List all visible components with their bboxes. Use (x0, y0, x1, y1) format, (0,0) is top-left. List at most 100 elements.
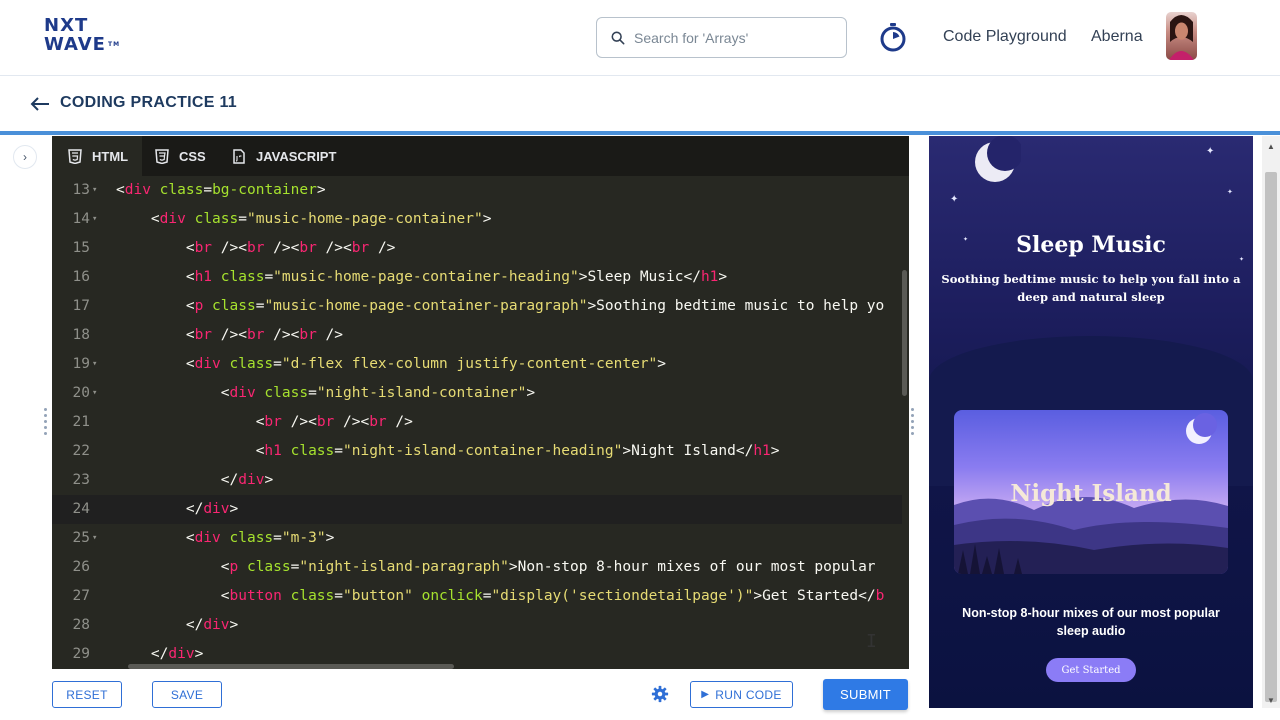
editor-horizontal-scrollbar[interactable] (128, 664, 454, 669)
center-resize-handle[interactable] (911, 405, 915, 445)
code-line[interactable]: 14 ▾ <div class="music-home-page-containe… (52, 205, 902, 234)
night-island-paragraph: Non-stop 8-hour mixes of our most popula… (962, 606, 1220, 638)
code-line[interactable]: 23 </div> (52, 466, 902, 495)
fold-toggle-icon[interactable]: ▾ (92, 524, 97, 553)
night-island-card[interactable]: Night Island (954, 410, 1228, 574)
back-arrow-icon[interactable] (30, 97, 50, 111)
code-text: <div class=bg-container> (116, 182, 326, 198)
code-line[interactable]: 16 <h1 class="music-home-page-container-… (52, 263, 902, 292)
run-code-button[interactable]: ▶ RUN CODE (690, 681, 793, 708)
code-text: <div class="d-flex flex-column justify-c… (185, 356, 667, 372)
code-text: <h1 class="music-home-page-container-hea… (185, 269, 728, 285)
code-line[interactable]: 24 </div> (52, 495, 902, 524)
line-number: 16 (72, 269, 90, 285)
submit-button[interactable]: SUBMIT (823, 679, 908, 710)
code-line[interactable]: 25 ▾ <div class="m-3"> (52, 524, 902, 553)
code-line[interactable]: 20 ▾ <div class="night-island-container"> (52, 379, 902, 408)
line-number: 15 (72, 240, 90, 256)
code-text: <div class="music-home-page-container"> (150, 211, 492, 227)
line-number: 28 (72, 617, 90, 633)
editor-vertical-scrollbar[interactable] (902, 270, 907, 396)
crescent-moon-icon (975, 136, 1021, 182)
tab-javascript-label: JAVASCRIPT (256, 148, 337, 164)
css3-icon (155, 148, 169, 164)
code-area[interactable]: 13 ▾ <div class=bg-container> 14 ▾ <div clas… (52, 176, 902, 669)
scroll-up-arrow-icon[interactable]: ▲ (1266, 142, 1276, 152)
html5-icon (68, 148, 82, 164)
run-code-label: RUN CODE (715, 687, 782, 702)
line-number: 23 (72, 472, 90, 488)
code-text: <p class="night-island-paragraph">Non-st… (220, 559, 876, 575)
settings-gear-icon[interactable] (651, 685, 669, 703)
preview-paragraph: Soothing bedtime music to help you fall … (941, 272, 1241, 304)
line-number: 24 (72, 501, 90, 517)
expand-sidebar-button[interactable]: › (13, 145, 37, 169)
get-started-button[interactable]: Get Started (1046, 658, 1136, 682)
star-icon: ✦ (950, 194, 959, 205)
reset-button[interactable]: RESET (52, 681, 122, 708)
line-number: 20 (72, 385, 90, 401)
code-line[interactable]: 13 ▾ <div class=bg-container> (52, 176, 902, 205)
code-text: <button class="button" onclick="display(… (220, 588, 885, 604)
code-text: <p class="music-home-page-container-para… (185, 298, 885, 314)
code-line[interactable]: 18 <br /><br /><br /> (52, 321, 902, 350)
header-divider (0, 131, 1280, 135)
preview-heading: Sleep Music (1016, 232, 1166, 258)
code-text: </div> (185, 617, 239, 633)
page-title: CODING PRACTICE 11 (60, 94, 237, 111)
text-cursor-icon: I (866, 631, 877, 652)
avatar[interactable] (1166, 12, 1197, 60)
code-line[interactable]: 28 </div> (52, 611, 902, 640)
save-button[interactable]: SAVE (152, 681, 222, 708)
line-number: 26 (72, 559, 90, 575)
code-playground-link[interactable]: Code Playground (943, 28, 1067, 46)
nxtwave-logo[interactable]: NXT WAVE TM (44, 16, 124, 58)
line-number: 18 (72, 327, 90, 343)
stopwatch-icon[interactable] (879, 22, 907, 52)
tab-html-label: HTML (92, 148, 129, 164)
top-navbar: NXT WAVETM Code Playground Aberna (0, 0, 1280, 76)
chevron-right-icon: › (23, 150, 27, 164)
night-island-heading: Night Island (1010, 480, 1172, 507)
output-preview: ✦ ✦ ✦ ✦ ✦ Sleep Music Soothing bedtime m… (929, 136, 1253, 708)
tab-css[interactable]: CSS (155, 136, 225, 176)
tab-html[interactable]: HTML (52, 136, 142, 176)
code-text: <br /><br /><br /> (255, 414, 413, 430)
code-text: <div class="m-3"> (185, 530, 335, 546)
search-input[interactable] (634, 29, 834, 46)
editor-tabs: HTML CSS JAVASCRIPT (52, 136, 909, 176)
tab-javascript[interactable]: JAVASCRIPT (232, 136, 342, 176)
page-scrollbar-thumb[interactable] (1265, 172, 1277, 702)
code-line[interactable]: 26 <p class="night-island-paragraph">Non… (52, 553, 902, 582)
scroll-down-arrow-icon[interactable]: ▼ (1266, 696, 1276, 706)
line-number: 29 (72, 646, 90, 662)
line-number: 19 (72, 356, 90, 372)
fold-toggle-icon[interactable]: ▾ (92, 176, 97, 205)
left-resize-handle[interactable] (44, 405, 48, 445)
fold-toggle-icon[interactable]: ▾ (92, 350, 97, 379)
line-number: 27 (72, 588, 90, 604)
logo-line1: NXT (44, 15, 89, 36)
js-file-icon (233, 148, 245, 164)
line-number: 22 (72, 443, 90, 459)
code-text: <br /><br /><br /> (185, 327, 344, 343)
practice-header: CODING PRACTICE 11 (0, 77, 1280, 131)
search-box[interactable] (596, 17, 847, 58)
line-number: 14 (72, 211, 90, 227)
code-line[interactable]: 15 <br /><br /><br /><br /> (52, 234, 902, 263)
search-icon (611, 31, 625, 44)
code-text: <br /><br /><br /><br /> (185, 240, 396, 256)
code-line[interactable]: 22 <h1 class="night-island-container-hea… (52, 437, 902, 466)
code-text: </div> (220, 472, 274, 488)
username[interactable]: Aberna (1091, 28, 1143, 46)
logo-line2: WAVE TM (44, 34, 121, 55)
code-line[interactable]: 21 <br /><br /><br /> (52, 408, 902, 437)
fold-toggle-icon[interactable]: ▾ (92, 379, 97, 408)
star-icon: ✦ (1227, 189, 1233, 196)
fold-toggle-icon[interactable]: ▾ (92, 205, 97, 234)
code-line[interactable]: 27 <button class="button" onclick="displ… (52, 582, 902, 611)
code-editor[interactable]: HTML CSS JAVASCRIPT 13 ▾ <div class=bg-con… (52, 136, 909, 669)
code-line[interactable]: 19 ▾ <div class="d-flex flex-column justi… (52, 350, 902, 379)
code-line[interactable]: 17 <p class="music-home-page-container-p… (52, 292, 902, 321)
play-icon: ▶ (701, 689, 710, 700)
